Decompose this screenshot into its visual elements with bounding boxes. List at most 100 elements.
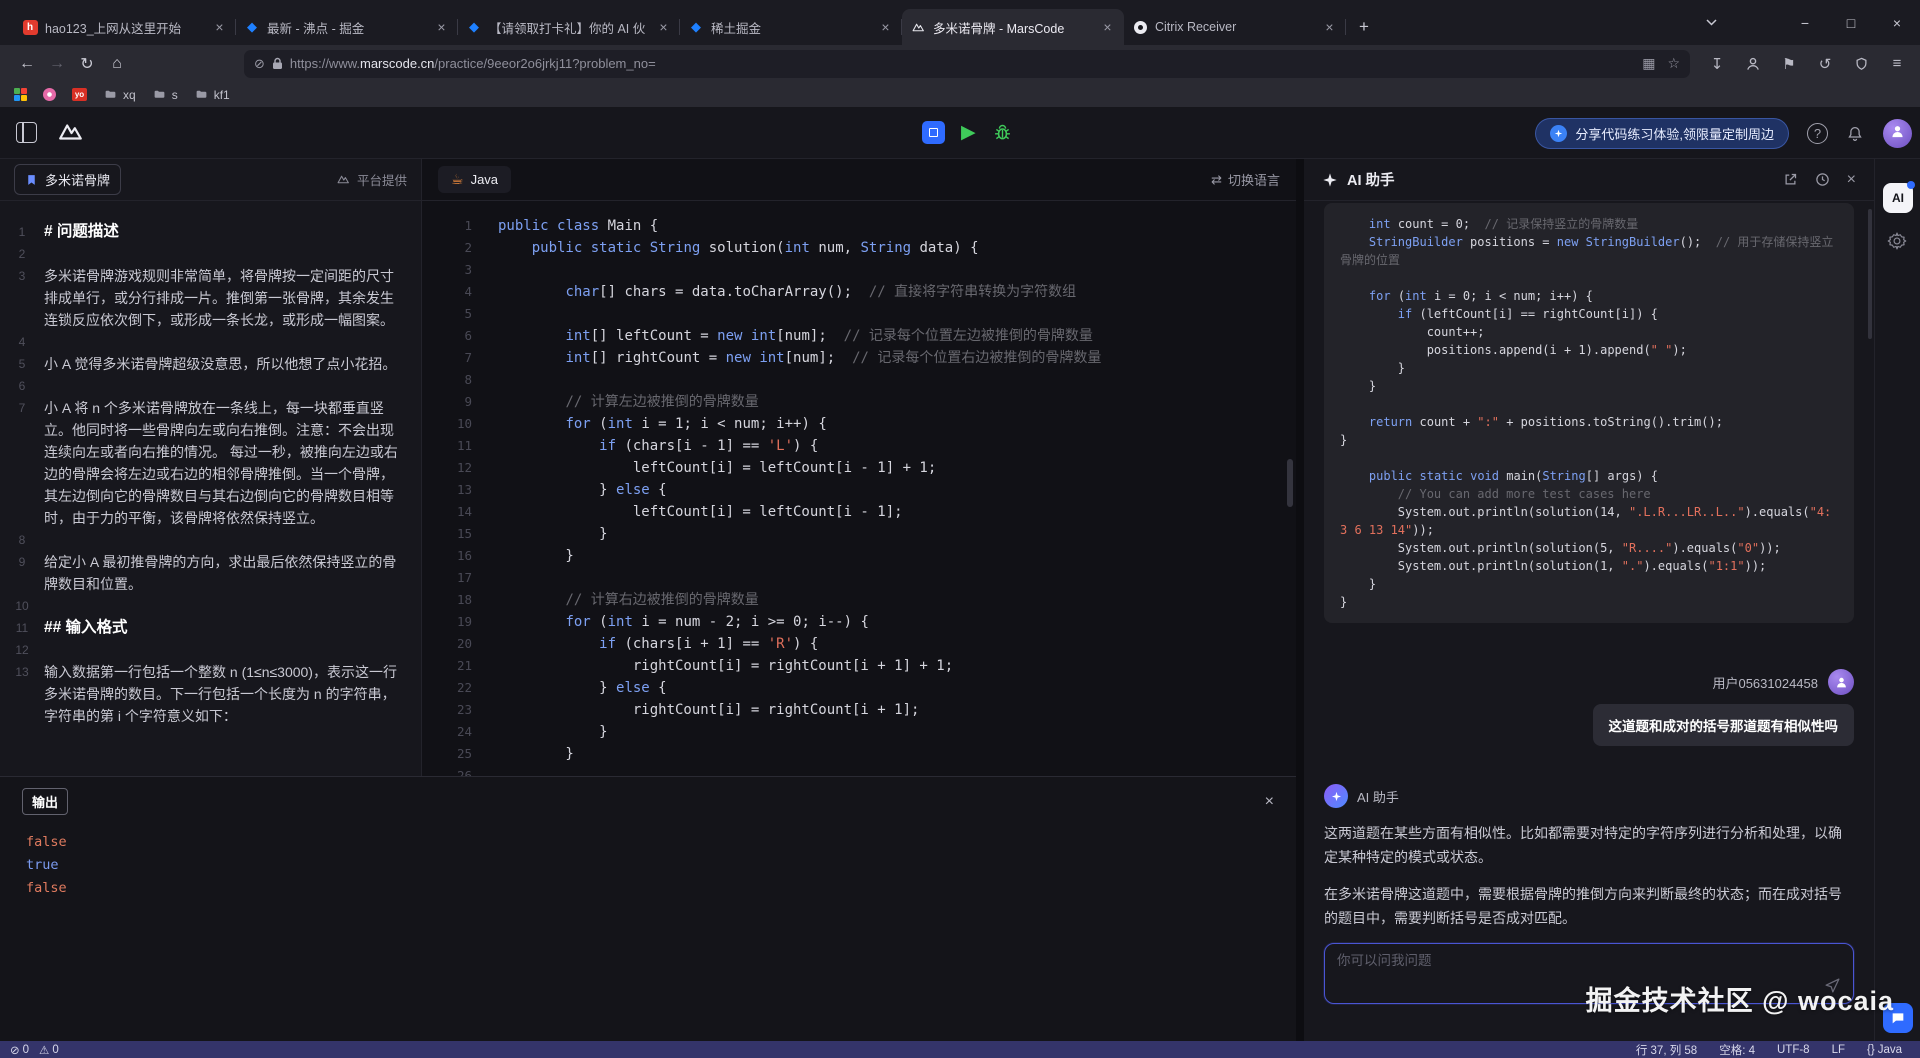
qr-code-icon[interactable]: ▦ [1642,55,1655,72]
tab-close-icon[interactable]: × [655,19,672,36]
switch-language-button[interactable]: ⇄ 切换语言 [1211,170,1280,189]
home-button[interactable]: ⌂ [102,50,132,78]
warnings-indicator[interactable]: ⚠0 [39,1043,59,1057]
bookmark-star-icon[interactable]: ☆ [1667,55,1680,72]
tab-strip: hhao123_上网从这里开始×◆最新 - 沸点 - 掘金×◆【请领取打卡礼】你… [14,0,1346,45]
editor-scrollbar[interactable] [1287,459,1293,507]
ai-question-input[interactable] [1337,953,1813,968]
assistant-paragraph: 这两道题在某些方面有相似性。比如都需要对特定的字符序列进行分析和处理，以确定某种… [1324,821,1854,869]
problem-line: 7小 A 将 n 个多米诺骨牌放在一条线上，每一块都垂直竖立。他同时将一些骨牌向… [0,397,405,529]
settings-button[interactable] [1887,231,1907,251]
debug-button[interactable] [992,122,1013,143]
minimize-button[interactable]: − [1782,0,1828,45]
code-text: rightCount[i] = rightCount[i + 1] + 1; [472,655,953,677]
browser-tab[interactable]: ◆最新 - 沸点 - 掘金× [236,9,458,45]
notifications-button[interactable] [1846,125,1864,143]
output-line: false [26,831,1296,854]
sparkle-icon [1322,172,1338,188]
problem-line: 10 [0,595,405,617]
code-line: 12 leftCount[i] = leftCount[i - 1] + 1; [422,457,1296,479]
downloads-button[interactable]: ↧ [1706,53,1728,75]
open-in-new-button[interactable] [1783,172,1798,187]
eol-type[interactable]: LF [1832,1044,1845,1056]
site-info-icon[interactable]: ⊘ [254,56,265,72]
problem-title-chip[interactable]: 多米诺骨牌 [14,164,121,195]
language-tab[interactable]: ☕ Java [438,166,511,193]
browser-tab[interactable]: 多米诺骨牌 - MarsCode× [902,9,1124,45]
bookmark-favicon[interactable] [14,88,27,101]
sidebar-toggle-icon[interactable] [16,122,37,143]
share-campaign-button[interactable]: 分享代码练习体验,领限量定制周边 [1535,118,1789,149]
ai-sidebar-button[interactable]: AI [1883,183,1913,213]
back-button[interactable]: ← [12,50,42,78]
bookmark-favicon[interactable] [43,88,56,101]
menu-button[interactable]: ≡ [1886,53,1908,75]
problem-line: 6 [0,375,405,397]
bookmark-favicon[interactable]: yo [72,88,87,101]
citrix-favicon [1132,19,1148,35]
tab-close-icon[interactable]: × [1321,19,1338,36]
output-tab[interactable]: 输出 [22,788,68,815]
code-text [472,259,506,281]
chat-history-button[interactable] [1815,172,1830,187]
browser-tab[interactable]: ◆【请领取打卡礼】你的 AI 伙× [458,9,680,45]
close-ai-panel-button[interactable]: × [1847,171,1856,189]
browser-tab[interactable]: Citrix Receiver × [1124,9,1346,45]
new-tab-button[interactable]: + [1350,13,1378,41]
bookmark-folder[interactable]: s [152,88,178,102]
refresh-button[interactable]: ↻ [72,50,102,78]
language-mode[interactable]: {}Java [1867,1044,1902,1056]
problem-line: 2 [0,243,405,265]
code-line: 16 } [422,545,1296,567]
java-icon: ☕ [451,171,464,188]
browser-tab[interactable]: ◆稀土掘金× [680,9,902,45]
ai-scrollbar[interactable] [1868,209,1872,339]
problem-line: 5小 A 觉得多米诺骨牌超级没意思，所以他想了点小花招。 [0,353,405,375]
bookmark-label: kf1 [214,88,230,102]
security-button[interactable] [1850,53,1872,75]
help-button[interactable]: ? [1807,123,1828,144]
url-text: https://www.marscode.cn/practice/9eeor2o… [290,56,656,71]
bookmark-folder[interactable]: xq [103,88,136,102]
tab-close-icon[interactable]: × [877,19,894,36]
tab-title: Citrix Receiver [1155,20,1314,34]
browser-tab-bar: hhao123_上网从这里开始×◆最新 - 沸点 - 掘金×◆【请领取打卡礼】你… [0,0,1920,45]
language-mode-label: Java [1878,1044,1902,1056]
tab-close-icon[interactable]: × [211,19,228,36]
tab-close-icon[interactable]: × [433,19,450,36]
line-number: 8 [422,369,472,391]
flag-icon: ⚑ [1782,55,1795,73]
ai-code-line: // You can add more test cases here [1340,485,1838,503]
collections-button[interactable]: ⚑ [1778,53,1800,75]
close-output-button[interactable]: × [1265,793,1274,811]
address-bar[interactable]: ⊘ https://www.marscode.cn/practice/9eeor… [244,50,1690,78]
status-bar: ⊘0 ⚠0 行 37, 列 58 空格: 4 UTF-8 LF {}Java [0,1041,1920,1058]
ai-title: AI 助手 [1347,169,1395,190]
history-icon: ↺ [1819,55,1832,73]
problem-line: 12 [0,639,405,661]
encoding[interactable]: UTF-8 [1777,1044,1810,1056]
problem-body[interactable]: 1# 问题描述23多米诺骨牌游戏规则非常简单，将骨牌按一定间距的尺寸排成单行，或… [0,201,421,727]
close-window-button[interactable]: × [1874,0,1920,45]
maximize-button[interactable]: □ [1828,0,1874,45]
bookmark-folder[interactable]: kf1 [194,88,230,102]
profile-button[interactable] [1742,53,1764,75]
run-button[interactable]: ▶ [961,121,976,144]
tab-close-icon[interactable]: × [1099,19,1116,36]
line-number: 10 [0,595,44,617]
history-button[interactable]: ↺ [1814,53,1836,75]
browser-tab[interactable]: hhao123_上网从这里开始× [14,9,236,45]
problem-text [44,595,405,617]
ai-code-line: positions.append(i + 1).append(" "); [1340,341,1838,359]
panel-resizer[interactable] [1296,159,1304,1041]
errors-indicator[interactable]: ⊘0 [10,1043,29,1057]
cursor-position[interactable]: 行 37, 列 58 [1636,1042,1697,1058]
tab-list-button[interactable] [1688,0,1734,45]
code-text: } [472,721,608,743]
code-text: } [472,545,574,567]
forward-button[interactable]: → [42,50,72,78]
debug-stop-button[interactable] [922,121,945,144]
warning-icon: ⚠ [39,1043,49,1057]
user-avatar[interactable] [1883,119,1912,148]
indentation[interactable]: 空格: 4 [1719,1042,1755,1058]
